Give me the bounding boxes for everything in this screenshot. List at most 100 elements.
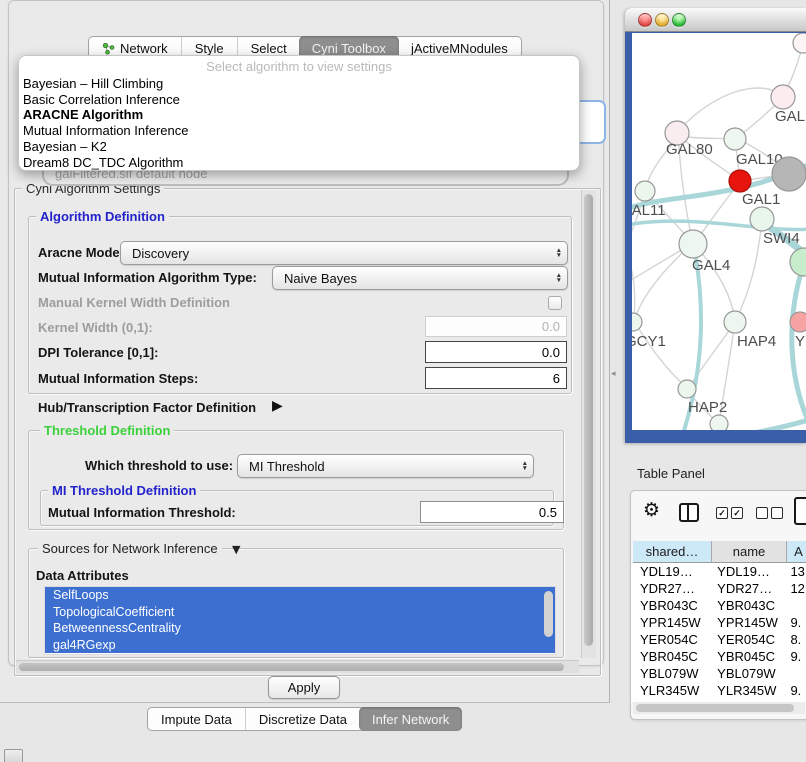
network-node[interactable] [635,181,655,201]
new-table-icon[interactable] [794,497,806,525]
algorithm-option[interactable]: Bayesian – K2 [23,139,579,155]
table-cell: 9. [783,615,806,630]
network-node[interactable] [771,85,795,109]
table-row[interactable]: YBR045CYBR045C9. [633,648,806,665]
table-cell: YBL079W [710,666,783,681]
table-row[interactable]: YLR345WYLR345W9. [633,682,806,699]
attribute-item-selected[interactable]: BetweennessCentrality [45,620,555,637]
sources-collapse-icon[interactable]: ▼ [232,543,240,556]
network-node-label: GAL1 [742,191,780,208]
network-node[interactable] [750,207,774,231]
window-close-button[interactable] [638,13,652,27]
network-node[interactable] [632,313,642,331]
tab-impute-data-label: Impute Data [161,712,232,727]
algorithm-dropdown-overlay: Select algorithm to view settings Bayesi… [18,55,580,171]
network-window-titlebar[interactable] [625,8,806,32]
algorithm-option[interactable]: Mutual Information Inference [23,123,579,139]
sources-group-title[interactable]: Sources for Network Inference [38,541,222,556]
tab-infer-network[interactable]: Infer Network [359,707,462,731]
algorithm-option[interactable]: Basic Correlation Inference [23,92,579,108]
tab-impute-data[interactable]: Impute Data [148,708,245,730]
apply-button[interactable]: Apply [268,676,340,699]
table-row[interactable]: YBL079WYBL079W [633,665,806,682]
algorithm-option-selected[interactable]: ARACNE Algorithm [23,107,579,123]
mi-type-combo[interactable]: Naive Bayes ▲▼ [272,266,568,290]
data-attributes-list[interactable]: SelfLoops TopologicalCoefficient Between… [44,586,556,655]
algorithm-option[interactable]: Bayesian – Hill Climbing [23,76,579,92]
table-cell: YER054C [633,632,710,647]
mi-steps-input[interactable]: 6 [425,367,567,389]
aracne-mode-combo[interactable]: Discovery ▲▼ [120,241,568,265]
algorithm-definition-title: Algorithm Definition [36,209,169,224]
table-panel: ⚙ ✓ ✓ shared…nameA YDL19…YDL19…13YDR27…Y… [630,490,806,720]
table-column-header[interactable]: A [787,541,806,563]
network-node[interactable] [729,170,751,192]
unchecked-checkbox-icon[interactable] [771,507,783,519]
table-row[interactable]: YDR27…YDR27…12 [633,580,806,597]
table-cell: 9. [783,649,806,664]
attribute-item-selected[interactable]: gal4RGexp [45,637,555,654]
table-cell: YBR043C [633,598,710,613]
network-node[interactable] [678,380,696,398]
manual-kernel-checkbox[interactable] [548,296,562,310]
threshold-definition-title: Threshold Definition [40,423,174,438]
algorithm-dropdown-placeholder: Select algorithm to view settings [19,59,579,74]
table-panel-title: Table Panel [637,466,705,481]
table-horizontal-scrollbar[interactable] [633,702,805,714]
mi-type-value: Naive Bayes [284,271,357,286]
tab-network-label: Network [120,41,168,56]
window-minimize-button[interactable] [655,13,669,27]
minimized-panel-chip[interactable] [4,749,23,762]
attribute-item-selected[interactable]: TopologicalCoefficient [45,604,555,621]
table-row[interactable]: YPR145WYPR145W9. [633,614,806,631]
table-row[interactable]: YDL19…YDL19…13 [633,563,806,580]
which-threshold-combo[interactable]: MI Threshold ▲▼ [237,454,534,478]
tab-discretize-data[interactable]: Discretize Data [245,708,360,730]
hub-definition-label[interactable]: Hub/Transcription Factor Definition [38,400,256,415]
network-node[interactable] [793,33,806,53]
network-view-window: GALGAL80GAL10GAL1GAL11SWI4GAL4GCY1HAP4YH… [625,8,806,443]
network-node-label: GAL [775,108,805,125]
table-horizontal-scrollbar-thumb[interactable] [636,704,794,712]
settings-horizontal-scrollbar[interactable] [16,660,579,673]
network-canvas[interactable]: GALGAL80GAL10GAL1GAL11SWI4GAL4GCY1HAP4YH… [632,33,806,430]
settings-vertical-scrollbar[interactable] [581,190,596,658]
attributes-scrollbar-thumb[interactable] [544,591,553,637]
network-canvas-svg: GALGAL80GAL10GAL1GAL11SWI4GAL4GCY1HAP4YH… [632,33,806,430]
mi-threshold-input[interactable]: 0.5 [420,501,564,523]
table-cell: YDL19… [633,564,710,579]
network-node-label: GAL80 [666,141,713,158]
checked-checkbox-icon[interactable]: ✓ [731,507,743,519]
network-node[interactable] [724,128,746,150]
settings-horizontal-scrollbar-thumb[interactable] [19,663,564,671]
network-node[interactable] [710,415,728,430]
network-node[interactable] [724,311,746,333]
table-row[interactable]: YER054CYER054C8. [633,631,806,648]
table-cell: YBL079W [633,666,710,681]
network-node[interactable] [679,230,707,258]
table-column-header[interactable]: name [712,541,787,563]
columns-icon[interactable] [679,503,699,522]
table-cell: YBR045C [633,649,710,664]
checked-checkbox-icon[interactable]: ✓ [716,507,728,519]
network-node[interactable] [790,248,806,276]
hub-expand-icon[interactable]: ▶ [272,398,283,414]
settings-vertical-scrollbar-thumb[interactable] [584,194,593,646]
table-column-header[interactable]: shared… [633,541,712,563]
window-zoom-button[interactable] [672,13,686,27]
algorithm-option[interactable]: Dream8 DC_TDC Algorithm [23,155,579,171]
network-node[interactable] [790,312,806,332]
network-node[interactable] [772,157,806,191]
tab-style-label: Style [195,41,224,56]
table-row[interactable]: YBR043CYBR043C [633,597,806,614]
network-node-label: GCY1 [632,333,666,350]
unchecked-checkbox-icon[interactable] [756,507,768,519]
network-tab-icon [102,42,115,55]
panel-splitter-icon[interactable]: ◂ [611,369,616,379]
aracne-mode-label: Aracne Mode: [38,245,124,260]
attribute-item-selected[interactable]: SelfLoops [45,587,555,604]
network-edge [632,221,806,229]
table-cell: YLR345W [633,683,710,698]
dpi-tolerance-input[interactable]: 0.0 [425,341,567,363]
gear-icon[interactable]: ⚙ [643,499,660,521]
